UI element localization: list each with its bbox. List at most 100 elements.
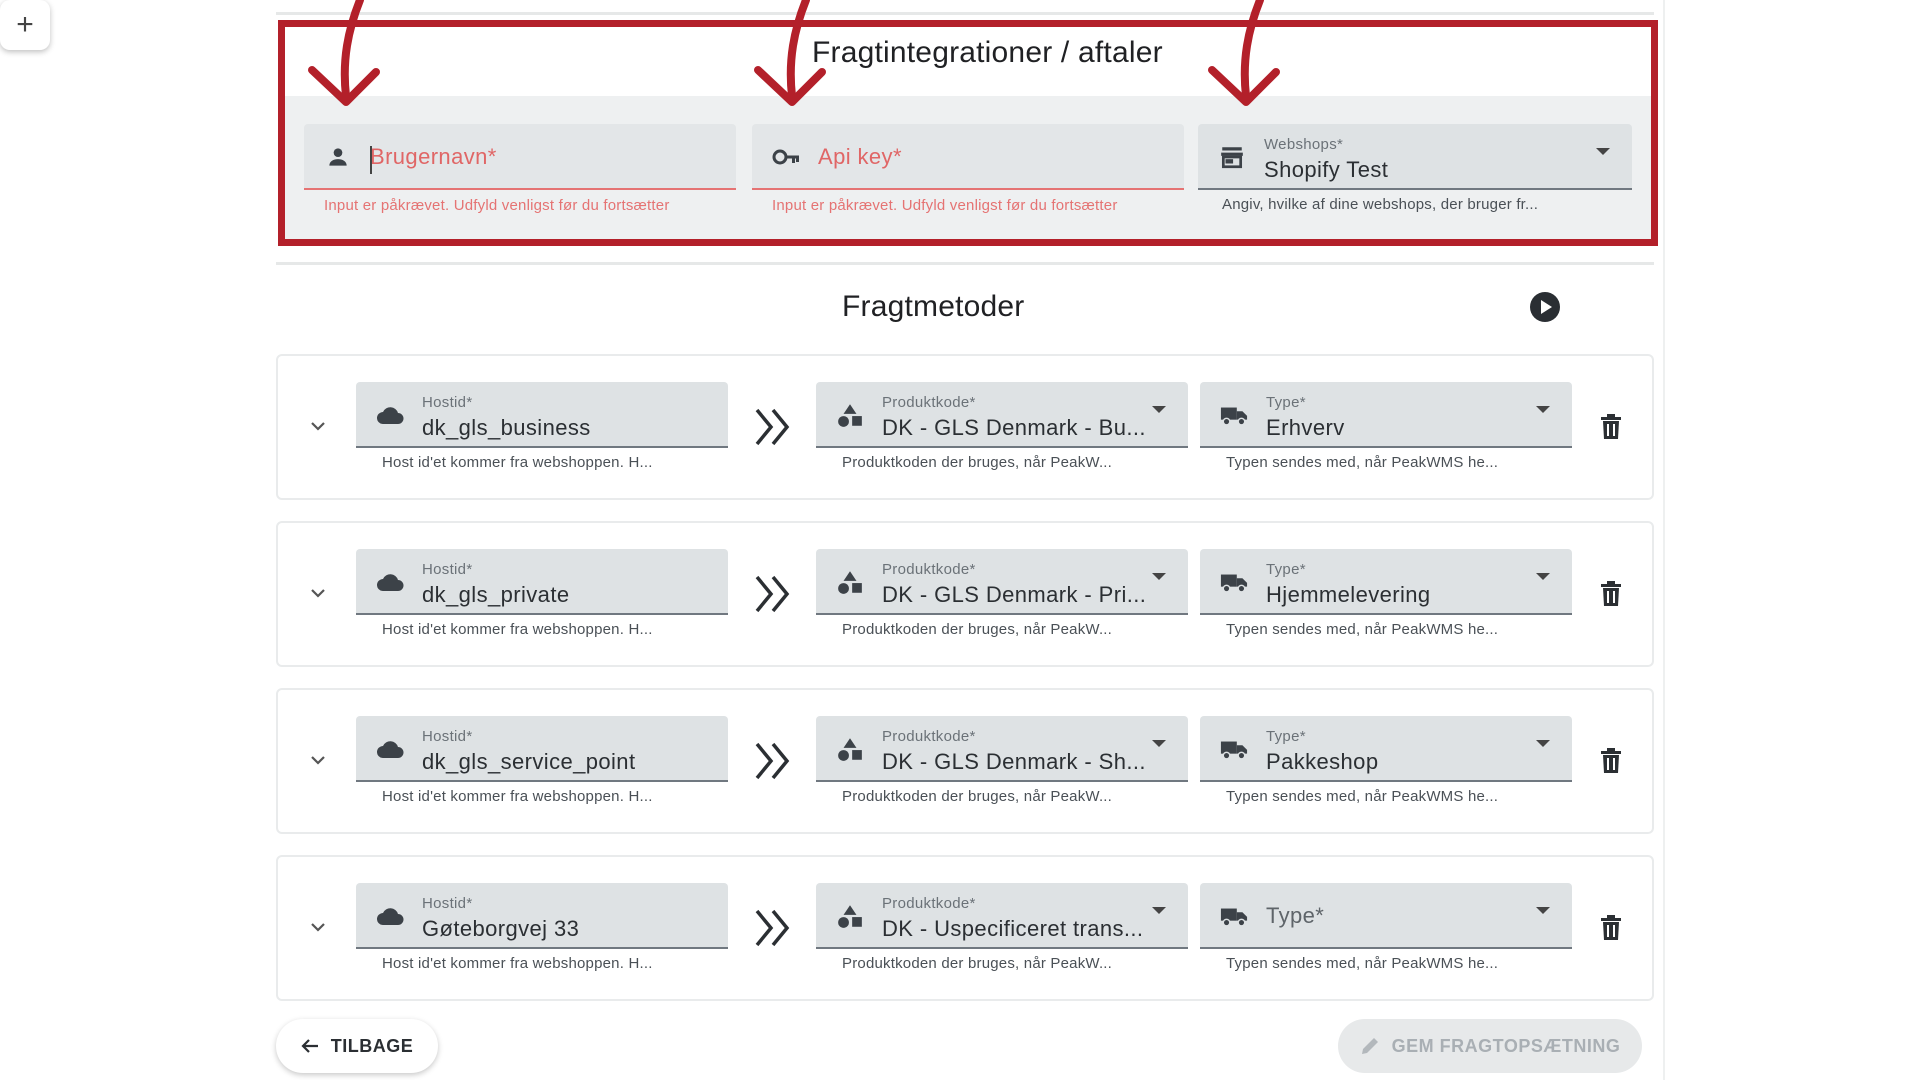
curved-arrow-icon: [1208, 0, 1280, 106]
host-id-value: Gøteborgvej 33: [422, 916, 580, 941]
trash-icon[interactable]: [1599, 414, 1623, 440]
trash-icon[interactable]: [1599, 748, 1623, 774]
type-label: Type*: [1266, 728, 1306, 745]
host-id-field[interactable]: Hostid* Gøteborgvej 33: [356, 883, 728, 949]
play-button[interactable]: [1530, 292, 1560, 322]
methods-title: Fragtmetoder: [842, 290, 1025, 323]
type-select[interactable]: Type* Hjemmelevering: [1200, 549, 1572, 615]
type-placeholder: Type*: [1266, 903, 1325, 928]
type-select[interactable]: Type* Erhverv: [1200, 382, 1572, 448]
product-code-value: DK - GLS Denmark - Pri...: [882, 582, 1147, 607]
host-id-hint: Host id'et kommer fra webshoppen. H...: [382, 454, 653, 471]
product-code-value: DK - Uspecificeret trans...: [882, 916, 1144, 941]
shapes-icon: [838, 738, 862, 761]
trash-icon[interactable]: [1599, 915, 1623, 941]
truck-icon: [1220, 574, 1248, 593]
host-id-label: Hostid*: [422, 728, 473, 745]
product-code-value: DK - GLS Denmark - Sh...: [882, 749, 1146, 774]
play-icon: [1541, 300, 1552, 314]
dropdown-arrow-icon: [1152, 406, 1166, 413]
product-code-label: Produktkode*: [882, 394, 976, 411]
method-row: Hostid* dk_gls_service_point Host id'et …: [276, 688, 1654, 834]
save-freight-setup-button[interactable]: GEM FRAGTOPSÆTNING: [1338, 1019, 1642, 1073]
product-code-hint: Produktkoden der bruges, når PeakW...: [842, 454, 1113, 471]
double-chevron-right-icon: [755, 575, 790, 613]
host-id-field[interactable]: Hostid* dk_gls_business: [356, 382, 728, 448]
chevron-down-icon[interactable]: [308, 416, 328, 436]
type-value: Pakkeshop: [1266, 749, 1379, 774]
cloud-icon: [377, 407, 404, 424]
host-id-field[interactable]: Hostid* dk_gls_private: [356, 549, 728, 615]
truck-icon: [1220, 908, 1248, 927]
type-value: Hjemmelevering: [1266, 582, 1431, 607]
host-id-hint: Host id'et kommer fra webshoppen. H...: [382, 788, 653, 805]
product-code-select[interactable]: Produktkode* DK - GLS Denmark - Pri...: [816, 549, 1188, 615]
section-divider: [276, 262, 1654, 265]
dropdown-arrow-icon: [1536, 740, 1550, 747]
host-id-label: Hostid*: [422, 394, 473, 411]
type-hint: Typen sendes med, når PeakWMS he...: [1226, 788, 1499, 805]
product-code-label: Produktkode*: [882, 561, 976, 578]
curved-arrow-icon: [308, 0, 380, 106]
dropdown-arrow-icon: [1152, 573, 1166, 580]
host-id-label: Hostid*: [422, 561, 473, 578]
host-id-hint: Host id'et kommer fra webshoppen. H...: [382, 955, 653, 972]
product-code-hint: Produktkoden der bruges, når PeakW...: [842, 788, 1113, 805]
shapes-icon: [838, 404, 862, 427]
cloud-icon: [377, 741, 404, 758]
annotation-highlight-box: [278, 20, 1658, 246]
shapes-icon: [838, 905, 862, 928]
host-id-hint: Host id'et kommer fra webshoppen. H...: [382, 621, 653, 638]
dropdown-arrow-icon: [1152, 907, 1166, 914]
cloud-icon: [377, 574, 404, 591]
pencil-icon: [1361, 1038, 1378, 1054]
product-code-label: Produktkode*: [882, 728, 976, 745]
top-divider: [276, 12, 1654, 15]
product-code-hint: Produktkoden der bruges, når PeakW...: [842, 955, 1113, 972]
cloud-icon: [377, 908, 404, 925]
save-button-label: GEM FRAGTOPSÆTNING: [1391, 1035, 1621, 1056]
curved-arrow-icon: [754, 0, 826, 106]
truck-icon: [1220, 407, 1248, 426]
host-id-label: Hostid*: [422, 895, 473, 912]
product-code-select[interactable]: Produktkode* DK - Uspecificeret trans...: [816, 883, 1188, 949]
panel-border: [1663, 0, 1665, 1080]
type-value: Erhverv: [1266, 415, 1345, 440]
arrow-left-icon: [301, 1039, 318, 1053]
dropdown-arrow-icon: [1536, 573, 1550, 580]
double-chevron-right-icon: [755, 909, 790, 947]
add-method-button[interactable]: +: [0, 0, 50, 50]
chevron-down-icon[interactable]: [308, 583, 328, 603]
product-code-select[interactable]: Produktkode* DK - GLS Denmark - Bu...: [816, 382, 1188, 448]
host-id-value: dk_gls_private: [422, 582, 570, 607]
double-chevron-right-icon: [755, 408, 790, 446]
type-select[interactable]: Type*: [1200, 883, 1572, 949]
type-select[interactable]: Type* Pakkeshop: [1200, 716, 1572, 782]
chevron-down-icon[interactable]: [308, 917, 328, 937]
dropdown-arrow-icon: [1536, 406, 1550, 413]
type-hint: Typen sendes med, når PeakWMS he...: [1226, 621, 1499, 638]
method-row: Hostid* Gøteborgvej 33 Host id'et kommer…: [276, 855, 1654, 1001]
back-button[interactable]: TILBAGE: [276, 1019, 438, 1073]
method-row: Hostid* dk_gls_business Host id'et komme…: [276, 354, 1654, 500]
host-id-field[interactable]: Hostid* dk_gls_service_point: [356, 716, 728, 782]
shapes-icon: [838, 571, 862, 594]
back-button-label: TILBAGE: [330, 1035, 414, 1056]
product-code-hint: Produktkoden der bruges, når PeakW...: [842, 621, 1113, 638]
type-hint: Typen sendes med, når PeakWMS he...: [1226, 454, 1499, 471]
dropdown-arrow-icon: [1536, 907, 1550, 914]
method-row: Hostid* dk_gls_private Host id'et kommer…: [276, 521, 1654, 667]
type-label: Type*: [1266, 394, 1306, 411]
host-id-value: dk_gls_business: [422, 415, 591, 440]
product-code-value: DK - GLS Denmark - Bu...: [882, 415, 1146, 440]
type-hint: Typen sendes med, når PeakWMS he...: [1226, 955, 1499, 972]
truck-icon: [1220, 741, 1248, 760]
chevron-down-icon[interactable]: [308, 750, 328, 770]
trash-icon[interactable]: [1599, 581, 1623, 607]
type-label: Type*: [1266, 561, 1306, 578]
host-id-value: dk_gls_service_point: [422, 749, 636, 774]
dropdown-arrow-icon: [1152, 740, 1166, 747]
product-code-select[interactable]: Produktkode* DK - GLS Denmark - Sh...: [816, 716, 1188, 782]
product-code-label: Produktkode*: [882, 895, 976, 912]
double-chevron-right-icon: [755, 742, 790, 780]
